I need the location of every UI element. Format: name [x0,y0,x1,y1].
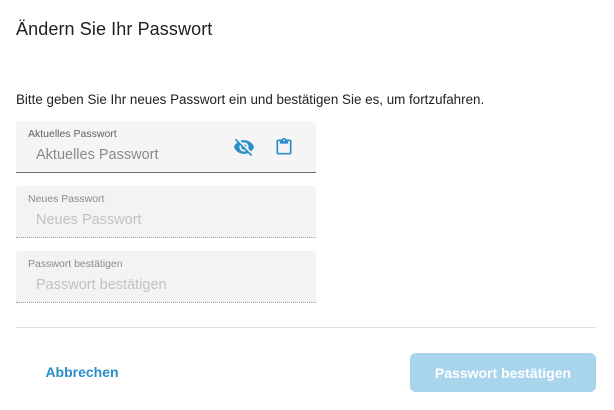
confirm-password-label: Passwort bestätigen [28,258,123,270]
confirm-password-button[interactable]: Passwort bestätigen [410,353,596,392]
footer-divider [16,327,596,328]
new-password-input[interactable] [28,210,226,230]
new-password-field[interactable]: Neues Passwort [16,186,316,238]
cancel-button[interactable]: Abbrechen [32,352,132,392]
dialog-instructions: Bitte geben Sie Ihr neues Passwort ein u… [16,92,485,107]
change-password-dialog: Ändern Sie Ihr Passwort Bitte geben Sie … [0,0,614,410]
dialog-title: Ändern Sie Ihr Passwort [16,19,213,39]
confirm-password-field[interactable]: Passwort bestätigen [16,251,316,303]
clipboard-icon[interactable] [272,135,296,159]
current-password-input[interactable] [28,145,226,165]
confirm-password-input[interactable] [28,275,226,295]
new-password-label: Neues Passwort [28,193,105,205]
visibility-off-icon[interactable] [232,135,256,159]
current-password-field[interactable]: Aktuelles Passwort [16,121,316,173]
current-password-label: Aktuelles Passwort [28,128,117,140]
